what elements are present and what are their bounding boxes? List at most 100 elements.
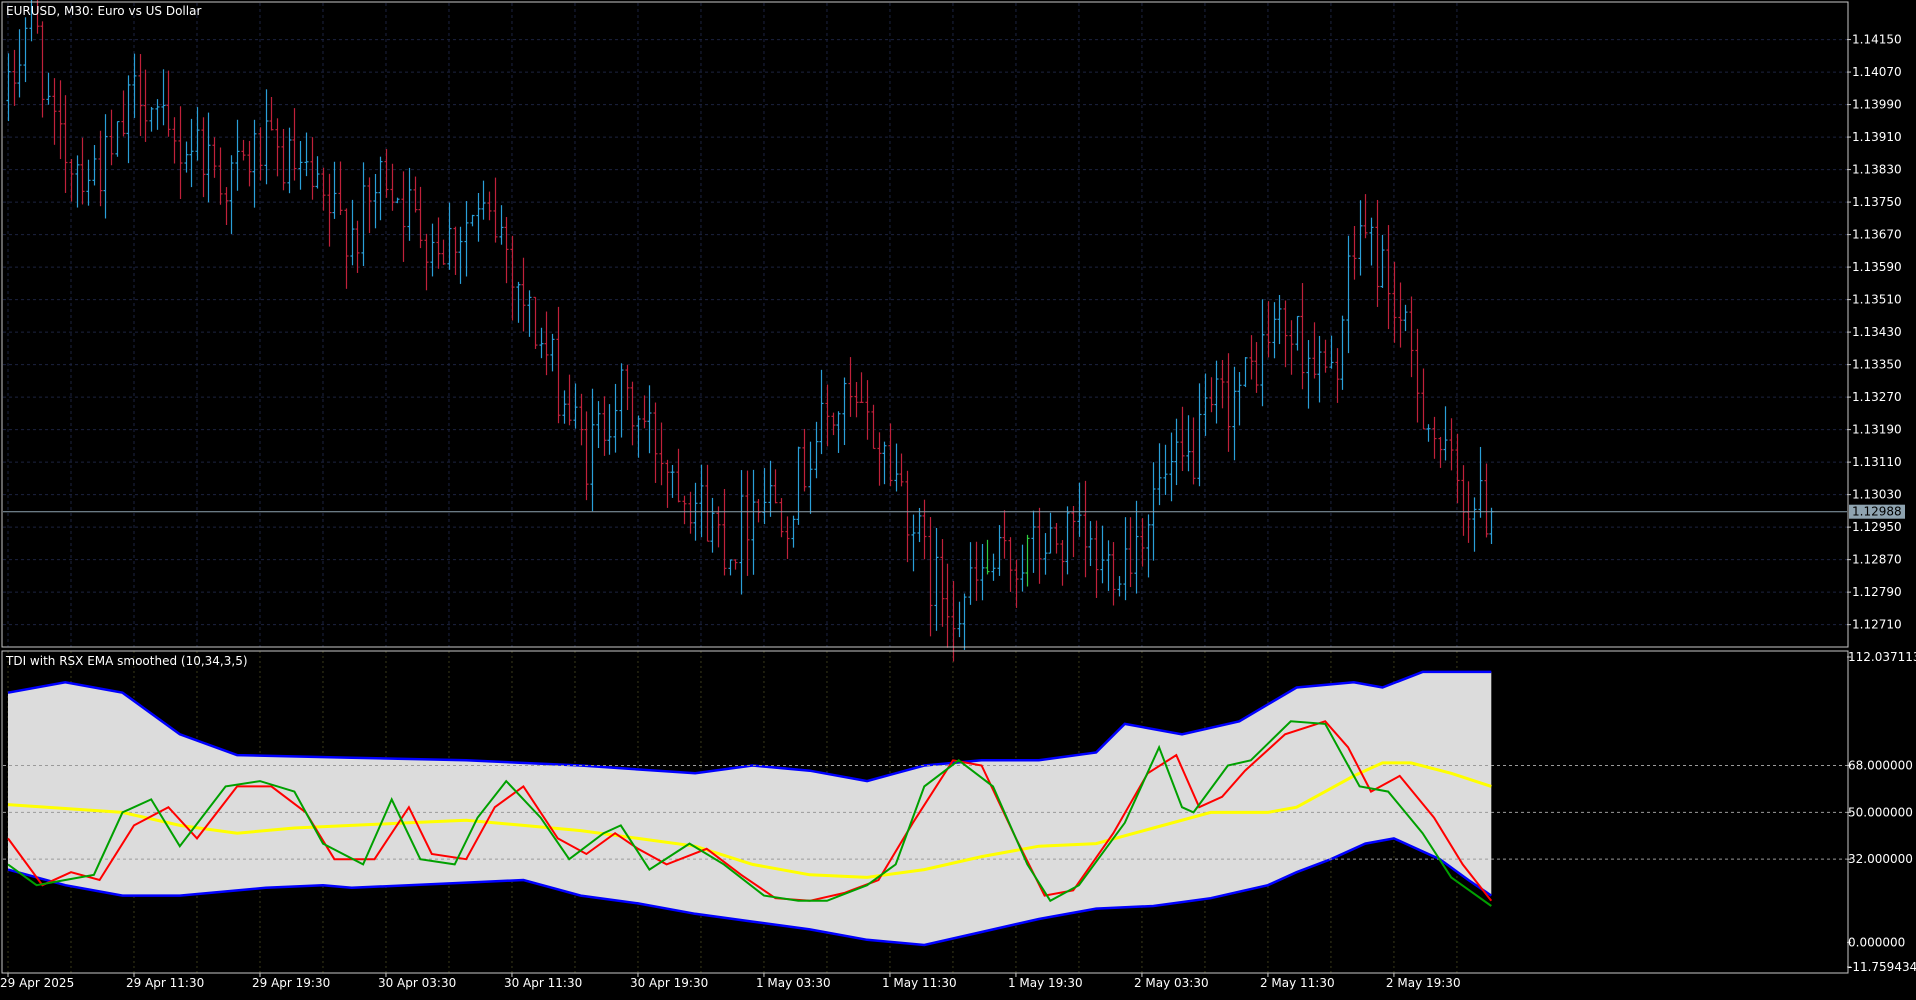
candle[interactable] bbox=[848, 357, 853, 417]
candle[interactable] bbox=[756, 498, 761, 523]
candle[interactable] bbox=[12, 49, 17, 106]
candle[interactable] bbox=[1002, 510, 1007, 559]
candle[interactable] bbox=[653, 402, 658, 483]
candle[interactable] bbox=[69, 158, 74, 202]
candle[interactable] bbox=[184, 141, 189, 173]
candle[interactable] bbox=[195, 107, 200, 161]
candle[interactable] bbox=[241, 139, 246, 161]
candle[interactable] bbox=[1426, 424, 1431, 442]
candle[interactable] bbox=[1243, 357, 1248, 388]
candle[interactable] bbox=[1048, 512, 1053, 554]
candle[interactable] bbox=[1283, 300, 1288, 368]
candle[interactable] bbox=[1484, 463, 1489, 538]
candle[interactable] bbox=[378, 156, 383, 221]
candle[interactable] bbox=[453, 226, 458, 275]
candle[interactable] bbox=[1128, 517, 1133, 588]
candle[interactable] bbox=[470, 214, 475, 227]
candle[interactable] bbox=[762, 468, 767, 525]
candle[interactable] bbox=[458, 226, 463, 284]
candle[interactable] bbox=[275, 118, 280, 177]
candle[interactable] bbox=[1369, 217, 1374, 266]
candle[interactable] bbox=[1489, 507, 1494, 544]
candle[interactable] bbox=[865, 380, 870, 440]
candle[interactable] bbox=[355, 220, 360, 273]
candle[interactable] bbox=[487, 191, 492, 221]
candle[interactable] bbox=[905, 470, 910, 563]
candle[interactable] bbox=[1117, 576, 1122, 597]
candle[interactable] bbox=[395, 197, 400, 204]
candle[interactable] bbox=[1415, 328, 1420, 423]
candle[interactable] bbox=[1043, 533, 1048, 575]
candle[interactable] bbox=[579, 393, 584, 446]
candle[interactable] bbox=[447, 202, 452, 270]
candle[interactable] bbox=[877, 432, 882, 486]
candle[interactable] bbox=[350, 199, 355, 266]
candle[interactable] bbox=[332, 161, 337, 219]
candle[interactable] bbox=[1237, 372, 1242, 426]
candle[interactable] bbox=[235, 119, 240, 191]
candle[interactable] bbox=[1020, 544, 1025, 592]
candle[interactable] bbox=[161, 69, 166, 126]
candle[interactable] bbox=[132, 53, 137, 118]
candle[interactable] bbox=[17, 29, 22, 98]
candle[interactable] bbox=[968, 542, 973, 605]
candle[interactable] bbox=[1421, 368, 1426, 430]
candle[interactable] bbox=[527, 290, 532, 337]
candle[interactable] bbox=[1203, 373, 1208, 436]
candle[interactable] bbox=[773, 469, 778, 504]
candle[interactable] bbox=[699, 464, 704, 538]
candle[interactable] bbox=[493, 177, 498, 243]
candle[interactable] bbox=[1295, 315, 1300, 351]
candle[interactable] bbox=[206, 112, 211, 203]
candle[interactable] bbox=[808, 441, 813, 514]
candle[interactable] bbox=[1169, 432, 1174, 502]
candle[interactable] bbox=[1163, 444, 1168, 495]
candle[interactable] bbox=[1146, 514, 1151, 578]
candle[interactable] bbox=[247, 140, 252, 187]
candle[interactable] bbox=[882, 441, 887, 485]
candle[interactable] bbox=[1077, 482, 1082, 537]
candle[interactable] bbox=[831, 412, 836, 436]
candle[interactable] bbox=[819, 369, 824, 455]
candle[interactable] bbox=[1277, 295, 1282, 345]
candle[interactable] bbox=[722, 488, 727, 576]
candle[interactable] bbox=[521, 257, 526, 332]
candle[interactable] bbox=[940, 539, 945, 627]
candle[interactable] bbox=[951, 581, 956, 662]
candle[interactable] bbox=[917, 507, 922, 543]
candle[interactable] bbox=[1037, 507, 1042, 584]
candle[interactable] bbox=[922, 499, 927, 560]
candle[interactable] bbox=[481, 180, 486, 220]
candle[interactable] bbox=[1157, 443, 1162, 506]
candle[interactable] bbox=[802, 428, 807, 492]
candle[interactable] bbox=[1472, 497, 1477, 552]
candle[interactable] bbox=[413, 176, 418, 213]
candle[interactable] bbox=[1008, 537, 1013, 592]
candle[interactable] bbox=[464, 201, 469, 277]
candle[interactable] bbox=[1363, 194, 1368, 239]
candle[interactable] bbox=[550, 333, 555, 372]
candle[interactable] bbox=[665, 459, 670, 508]
candle[interactable] bbox=[1226, 353, 1231, 452]
candle[interactable] bbox=[985, 539, 990, 575]
candle[interactable] bbox=[957, 601, 962, 638]
candle[interactable] bbox=[590, 388, 595, 512]
candle[interactable] bbox=[1455, 433, 1460, 504]
candle[interactable] bbox=[768, 460, 773, 517]
candle[interactable] bbox=[859, 372, 864, 403]
candle[interactable] bbox=[825, 384, 830, 447]
candle[interactable] bbox=[1300, 283, 1305, 390]
candle[interactable] bbox=[1220, 359, 1225, 409]
candle[interactable] bbox=[510, 235, 515, 321]
candle[interactable] bbox=[1266, 301, 1271, 358]
candle[interactable] bbox=[126, 75, 131, 164]
candle[interactable] bbox=[258, 127, 263, 181]
candle[interactable] bbox=[75, 155, 80, 208]
candle[interactable] bbox=[499, 205, 504, 245]
candle[interactable] bbox=[1191, 417, 1196, 485]
candle[interactable] bbox=[390, 163, 395, 211]
candle[interactable] bbox=[836, 411, 841, 453]
candle[interactable] bbox=[710, 497, 715, 553]
candle[interactable] bbox=[602, 396, 607, 456]
candle[interactable] bbox=[1432, 416, 1437, 459]
